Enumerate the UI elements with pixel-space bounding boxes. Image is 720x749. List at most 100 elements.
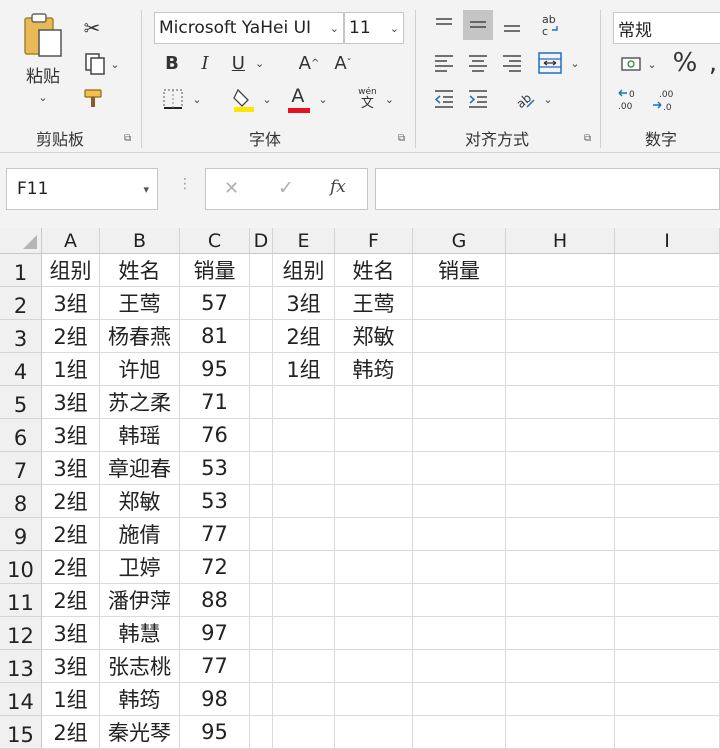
cell-c4[interactable]: 95 bbox=[180, 353, 250, 386]
cell-f13[interactable] bbox=[335, 650, 413, 683]
cell-g9[interactable] bbox=[413, 518, 506, 551]
cell-f3[interactable]: 郑敏 bbox=[335, 320, 413, 353]
cell-c8[interactable]: 53 bbox=[180, 485, 250, 518]
cell-i14[interactable] bbox=[615, 683, 720, 716]
cell-b6[interactable]: 韩瑶 bbox=[100, 419, 180, 452]
cell-b13[interactable]: 张志桃 bbox=[100, 650, 180, 683]
number-format-select[interactable]: 常规 bbox=[613, 12, 720, 44]
cell-h1[interactable] bbox=[506, 254, 615, 287]
cell-f4[interactable]: 韩筠 bbox=[335, 353, 413, 386]
cell-a6[interactable]: 3组 bbox=[42, 419, 100, 452]
phonetic-button[interactable]: wén 文 ⌄ bbox=[352, 84, 400, 114]
cell-d12[interactable] bbox=[250, 617, 273, 650]
cell-f8[interactable] bbox=[335, 485, 413, 518]
row-header[interactable]: 5 bbox=[0, 386, 42, 419]
cell-c9[interactable]: 77 bbox=[180, 518, 250, 551]
fill-color-button[interactable]: ⌄ bbox=[228, 84, 276, 114]
row-header[interactable]: 7 bbox=[0, 452, 42, 485]
cell-b3[interactable]: 杨春燕 bbox=[100, 320, 180, 353]
cell-h7[interactable] bbox=[506, 452, 615, 485]
cell-f9[interactable] bbox=[335, 518, 413, 551]
row-header[interactable]: 13 bbox=[0, 650, 42, 683]
cell-i13[interactable] bbox=[615, 650, 720, 683]
align-middle-button[interactable] bbox=[463, 10, 493, 40]
cell-c1[interactable]: 销量 bbox=[180, 254, 250, 287]
cell-d8[interactable] bbox=[250, 485, 273, 518]
cell-b2[interactable]: 王莺 bbox=[100, 287, 180, 320]
cell-h13[interactable] bbox=[506, 650, 615, 683]
cell-c15[interactable]: 95 bbox=[180, 716, 250, 749]
cell-b11[interactable]: 潘伊萍 bbox=[100, 584, 180, 617]
cell-d3[interactable] bbox=[250, 320, 273, 353]
cell-g13[interactable] bbox=[413, 650, 506, 683]
font-name-select[interactable]: Microsoft YaHei UI ⌄ bbox=[154, 12, 344, 44]
cell-c12[interactable]: 97 bbox=[180, 617, 250, 650]
cell-g7[interactable] bbox=[413, 452, 506, 485]
cell-a13[interactable]: 3组 bbox=[42, 650, 100, 683]
cell-a4[interactable]: 1组 bbox=[42, 353, 100, 386]
cell-b7[interactable]: 章迎春 bbox=[100, 452, 180, 485]
clipboard-launcher-icon[interactable]: ⧉ bbox=[124, 133, 131, 144]
cell-i6[interactable] bbox=[615, 419, 720, 452]
column-header-g[interactable]: G bbox=[413, 228, 506, 254]
cell-b12[interactable]: 韩慧 bbox=[100, 617, 180, 650]
cell-d10[interactable] bbox=[250, 551, 273, 584]
column-header-h[interactable]: H bbox=[506, 228, 615, 254]
borders-button[interactable]: ⌄ bbox=[157, 86, 207, 112]
row-header[interactable]: 12 bbox=[0, 617, 42, 650]
cell-i3[interactable] bbox=[615, 320, 720, 353]
formula-input[interactable] bbox=[375, 168, 720, 210]
cell-h12[interactable] bbox=[506, 617, 615, 650]
cell-h14[interactable] bbox=[506, 683, 615, 716]
cell-g6[interactable] bbox=[413, 419, 506, 452]
cell-c5[interactable]: 71 bbox=[180, 386, 250, 419]
cell-d4[interactable] bbox=[250, 353, 273, 386]
cell-i7[interactable] bbox=[615, 452, 720, 485]
cell-d7[interactable] bbox=[250, 452, 273, 485]
cell-c13[interactable]: 77 bbox=[180, 650, 250, 683]
cell-c3[interactable]: 81 bbox=[180, 320, 250, 353]
cell-a11[interactable]: 2组 bbox=[42, 584, 100, 617]
text-orientation-button[interactable]: ab ⌄ bbox=[508, 84, 558, 114]
cell-h6[interactable] bbox=[506, 419, 615, 452]
row-header[interactable]: 3 bbox=[0, 320, 42, 353]
cell-a8[interactable]: 2组 bbox=[42, 485, 100, 518]
cell-f1[interactable]: 姓名 bbox=[335, 254, 413, 287]
align-right-button[interactable] bbox=[498, 50, 526, 76]
cell-d5[interactable] bbox=[250, 386, 273, 419]
accounting-format-button[interactable]: ⌄ bbox=[616, 50, 662, 78]
orientation-button[interactable]: ab c bbox=[536, 10, 564, 40]
select-all-button[interactable] bbox=[0, 228, 42, 254]
column-header-c[interactable]: C bbox=[180, 228, 250, 254]
cell-g2[interactable] bbox=[413, 287, 506, 320]
row-header[interactable]: 15 bbox=[0, 716, 42, 749]
cell-h15[interactable] bbox=[506, 716, 615, 749]
cell-i2[interactable] bbox=[615, 287, 720, 320]
cell-e9[interactable] bbox=[273, 518, 335, 551]
cell-c7[interactable]: 53 bbox=[180, 452, 250, 485]
cell-e14[interactable] bbox=[273, 683, 335, 716]
row-header[interactable]: 11 bbox=[0, 584, 42, 617]
row-header[interactable]: 6 bbox=[0, 419, 42, 452]
row-header[interactable]: 10 bbox=[0, 551, 42, 584]
cell-a14[interactable]: 1组 bbox=[42, 683, 100, 716]
cell-i12[interactable] bbox=[615, 617, 720, 650]
cell-h9[interactable] bbox=[506, 518, 615, 551]
decrease-font-button[interactable]: Aˇ bbox=[330, 50, 356, 76]
cell-c6[interactable]: 76 bbox=[180, 419, 250, 452]
cell-a7[interactable]: 3组 bbox=[42, 452, 100, 485]
cell-e11[interactable] bbox=[273, 584, 335, 617]
row-header[interactable]: 9 bbox=[0, 518, 42, 551]
cell-g12[interactable] bbox=[413, 617, 506, 650]
cell-e4[interactable]: 1组 bbox=[273, 353, 335, 386]
font-size-select[interactable]: 11 ⌄ bbox=[344, 12, 404, 44]
cell-i4[interactable] bbox=[615, 353, 720, 386]
cell-h10[interactable] bbox=[506, 551, 615, 584]
cell-e13[interactable] bbox=[273, 650, 335, 683]
cell-d1[interactable] bbox=[250, 254, 273, 287]
cell-i11[interactable] bbox=[615, 584, 720, 617]
cell-b10[interactable]: 卫婷 bbox=[100, 551, 180, 584]
cell-d13[interactable] bbox=[250, 650, 273, 683]
copy-dropdown-icon[interactable]: ⌄ bbox=[110, 58, 119, 71]
cell-f2[interactable]: 王莺 bbox=[335, 287, 413, 320]
